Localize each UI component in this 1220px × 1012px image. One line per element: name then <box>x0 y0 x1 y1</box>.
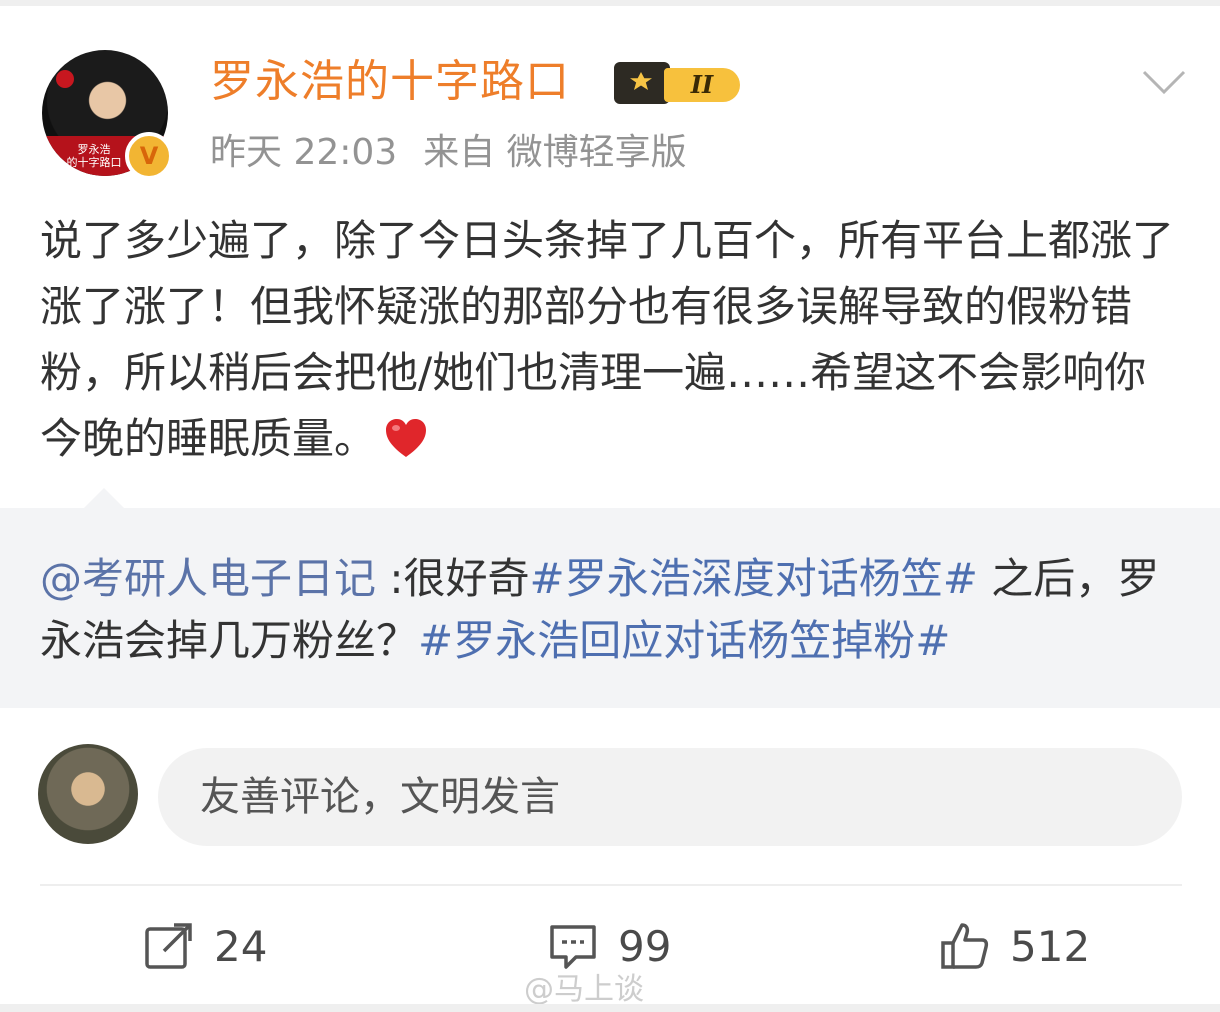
comment-input[interactable]: 友善评论，文明发言 <box>158 748 1182 846</box>
divider <box>40 884 1182 886</box>
repost-count: 24 <box>214 921 268 971</box>
like-icon <box>941 923 989 969</box>
post-time: 昨天 22:03 <box>210 132 398 173</box>
chevron-down-icon[interactable] <box>1142 70 1186 96</box>
post-meta: 昨天 22:03 来自 微博轻享版 <box>210 128 687 178</box>
like-button[interactable]: 512 <box>940 916 1090 976</box>
current-user-avatar[interactable] <box>38 744 138 844</box>
member-level: II <box>664 68 740 102</box>
like-count: 512 <box>1010 921 1091 971</box>
quote-pointer <box>82 488 126 510</box>
watermark: @马上谈 <box>524 972 644 1007</box>
post-source[interactable]: 来自 微博轻享版 <box>423 132 686 173</box>
repost-icon <box>145 923 192 969</box>
bottom-separator <box>0 1004 1220 1012</box>
heart-icon <box>386 419 427 457</box>
mention-link[interactable]: @考研人电子日记 <box>40 554 376 603</box>
verified-icon: V <box>125 132 173 180</box>
post-text: 说了多少遍了，除了今日头条掉了几百个，所有平台上都涨了涨了涨了！但我怀疑涨的那部… <box>40 216 1175 463</box>
member-crown-icon <box>614 62 670 104</box>
hashtag-link-2[interactable]: #罗永浩回应对话杨笠掉粉# <box>418 616 950 665</box>
repost-button[interactable]: 24 <box>144 916 267 976</box>
avatar-logo-icon <box>56 70 74 88</box>
author-name[interactable]: 罗永浩的十字路口 <box>210 52 570 112</box>
member-badge[interactable]: II <box>614 58 740 108</box>
avatar-caption: 罗永浩 的十字路口 <box>66 143 122 169</box>
quoted-post-text: @考研人电子日记 :很好奇#罗永浩深度对话杨笠# 之后，罗永浩会掉几万粉丝？#罗… <box>40 554 1160 665</box>
hashtag-link[interactable]: #罗永浩深度对话杨笠# <box>530 554 978 603</box>
top-separator <box>0 0 1220 6</box>
